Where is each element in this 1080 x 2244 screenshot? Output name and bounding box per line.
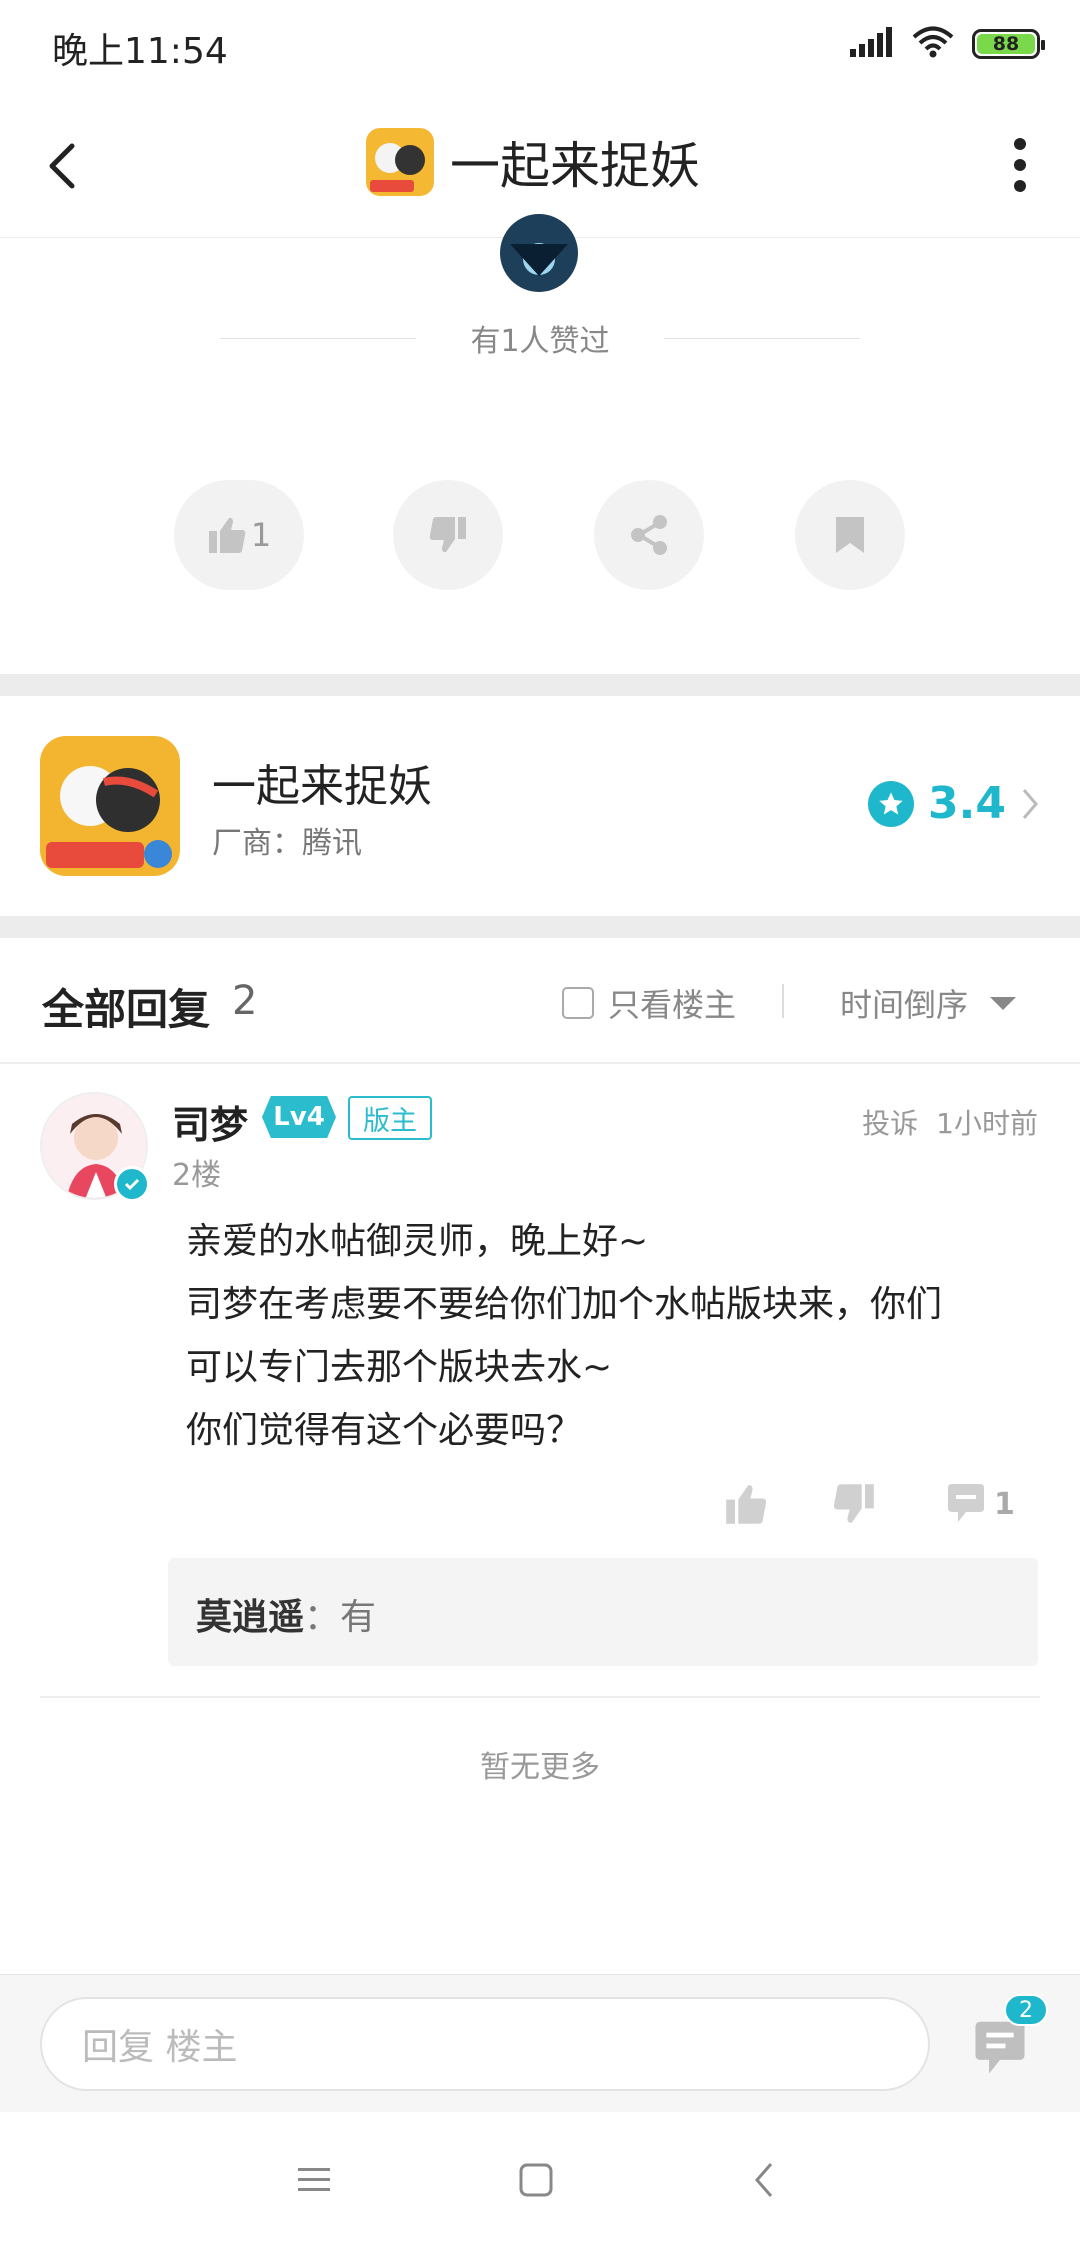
- reply-meta: 投诉 1小时前: [862, 1102, 1038, 1142]
- game-logo-icon: [366, 128, 434, 196]
- thumbs-up-icon: [208, 517, 246, 553]
- liker-avatar[interactable]: [500, 214, 578, 292]
- home-square-icon: [519, 2163, 553, 2197]
- chevron-right-icon: [1022, 788, 1038, 819]
- share-icon: [631, 515, 667, 555]
- system-nav-bar: [0, 2112, 1080, 2244]
- status-time: 晚上11:54: [52, 31, 228, 72]
- reply-like-button[interactable]: [724, 1476, 768, 1532]
- reply-content: 亲爱的水帖御灵师，晚上好~ 司梦在考虑要不要给你们加个水帖版块来，你们 可以专门…: [186, 1210, 1026, 1462]
- sub-reply[interactable]: 莫逍遥：有: [168, 1558, 1038, 1666]
- sub-reply-author[interactable]: 莫逍遥: [196, 1597, 304, 1638]
- status-icons: 88: [850, 26, 1045, 62]
- liked-by-row: 有1人赞过: [220, 316, 860, 359]
- moderator-badge: 版主: [348, 1096, 432, 1140]
- reply-actions: 1: [716, 1476, 1046, 1532]
- sub-reply-content: 有: [340, 1597, 377, 1638]
- replies-header: 全部回复 2 只看楼主 时间倒序: [0, 940, 1080, 1064]
- no-more-text: 暂无更多: [480, 1750, 600, 1785]
- reply-input[interactable]: 回复 楼主: [40, 1997, 930, 2091]
- menu-icon: [298, 2168, 330, 2191]
- section-separator: [0, 916, 1080, 938]
- report-link[interactable]: 投诉: [862, 1102, 918, 1142]
- comment-count: 1: [994, 1486, 1015, 1522]
- dislike-button[interactable]: [393, 480, 503, 590]
- verified-icon: [114, 1166, 150, 1202]
- star-icon: [868, 780, 915, 827]
- more-options-button[interactable]: [1008, 132, 1032, 198]
- game-card[interactable]: 一起来捉妖 厂商：腾讯 3.4: [0, 696, 1080, 916]
- divider: [40, 1696, 1040, 1698]
- reply-line: 亲爱的水帖御灵师，晚上好~: [186, 1221, 649, 1262]
- reply-bar: 回复 楼主: [0, 1974, 1080, 2112]
- back-button[interactable]: [36, 130, 92, 200]
- level-badge: Lv4: [262, 1096, 336, 1138]
- wifi-icon: [912, 26, 954, 62]
- reply-dislike-button[interactable]: [832, 1476, 876, 1532]
- bookmark-icon: [836, 517, 864, 553]
- comment-icon: [948, 1484, 984, 1522]
- like-button[interactable]: 1: [174, 480, 304, 590]
- replies-count: 2: [232, 978, 258, 1024]
- sub-reply-text: 莫逍遥：有: [196, 1588, 376, 1640]
- battery-level: 88: [977, 33, 1035, 55]
- reply-line: 司梦在考虑要不要给你们加个水帖版块来，你们: [186, 1284, 943, 1325]
- reply-username[interactable]: 司梦: [172, 1094, 248, 1149]
- signal-icon: [850, 27, 894, 61]
- sort-label: 时间倒序: [840, 986, 969, 1024]
- status-bar: 晚上11:54 88: [0, 0, 1080, 92]
- reply-time: 1小时前: [936, 1107, 1038, 1140]
- comments-count-badge: 2: [1004, 1994, 1048, 2026]
- reply-comment-button[interactable]: 1: [944, 1476, 1015, 1532]
- sort-dropdown[interactable]: 时间倒序: [840, 980, 1017, 1026]
- replies-title: 全部回复: [42, 985, 211, 1034]
- back-arrow-icon: [49, 143, 75, 189]
- reply-line: 你们觉得有这个必要吗？: [186, 1410, 583, 1451]
- game-rating[interactable]: 3.4: [868, 778, 1040, 829]
- nav-back-button[interactable]: [734, 2150, 794, 2210]
- reply-line: 可以专门去那个版块去水~: [186, 1347, 613, 1388]
- game-vendor: 厂商：腾讯: [212, 826, 362, 861]
- thumbs-down-icon: [429, 517, 466, 553]
- header-title-group: 一起来捉妖: [366, 126, 700, 198]
- caret-down-icon: [990, 996, 1017, 1010]
- reply-floor: 2楼: [172, 1158, 222, 1193]
- home-button[interactable]: [506, 2150, 566, 2210]
- divider-line: [664, 338, 860, 339]
- thumbs-up-icon: [726, 1485, 767, 1524]
- battery-icon: 88: [972, 29, 1045, 59]
- page-title: 一起来捉妖: [450, 137, 700, 195]
- like-count: 1: [250, 516, 272, 554]
- more-vertical-icon: [1014, 138, 1026, 192]
- bookmark-button[interactable]: [795, 480, 905, 590]
- sub-reply-separator: ：: [304, 1597, 341, 1638]
- only-host-label: 只看楼主: [608, 986, 737, 1024]
- thumbs-down-icon: [833, 1484, 874, 1523]
- share-button[interactable]: [594, 480, 704, 590]
- section-separator: [0, 674, 1080, 696]
- rating-value: 3.4: [928, 778, 1006, 829]
- chevron-left-icon: [755, 2163, 773, 2197]
- only-host-checkbox[interactable]: [562, 987, 594, 1019]
- game-name: 一起来捉妖: [212, 761, 432, 812]
- comment-icon: [975, 2021, 1025, 2074]
- divider: [782, 984, 784, 1018]
- game-icon: [40, 736, 180, 876]
- only-host-toggle[interactable]: 只看楼主: [562, 980, 736, 1026]
- menu-button[interactable]: [284, 2150, 344, 2210]
